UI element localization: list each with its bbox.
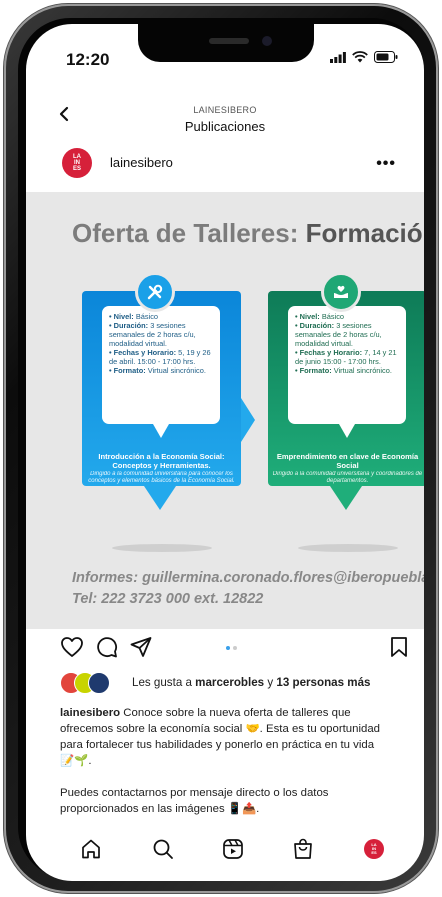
share-button[interactable] (130, 636, 152, 663)
bookmark-icon (391, 637, 407, 657)
detail-line: • Nivel: Básico (109, 312, 213, 321)
status-time: 12:20 (66, 50, 110, 69)
heart-icon (61, 637, 83, 657)
post-image[interactable]: Oferta de Talleres: Formació • Nivel: Bá… (26, 192, 424, 629)
caption-username[interactable]: lainesibero (60, 707, 120, 719)
card-arrow (241, 398, 255, 442)
detail-label: • Nivel: (295, 312, 320, 321)
post-username[interactable]: lainesibero (110, 155, 173, 170)
workshop-2-title: Emprendimiento en clave de Economía Soci… (276, 452, 419, 470)
avatar-text-line: ES (72, 166, 81, 172)
tab-profile-avatar[interactable]: LA IN ES (364, 839, 384, 859)
comment-icon (97, 637, 118, 658)
tab-reels[interactable] (222, 838, 244, 865)
bubble-tail (339, 424, 355, 438)
workshop-1-subtitle: Dirigido a la comunidad universitaria pa… (88, 471, 235, 484)
workshop-2-subtitle: Dirigido a la comunidad universitaria y … (272, 471, 423, 484)
card-tail (330, 486, 362, 510)
detail-line: • Duración: 3 sesiones semanales de 2 ho… (109, 321, 213, 348)
avatar-text-line: ES (371, 850, 377, 855)
signal-icon (330, 51, 346, 63)
caption-paragraph: Puedes contactarnos por mensaje directo … (60, 787, 329, 815)
likes-others[interactable]: 13 personas más (276, 676, 370, 689)
tab-home[interactable] (80, 838, 102, 865)
header-account-name: LAINESIBERO (193, 105, 257, 115)
flyer-contact-email: Informes: guillermina.coronado.flores@ib… (72, 570, 424, 586)
phone-screen: 12:20 LAINESIBERO Publicaciones LA IN ES… (26, 24, 424, 881)
tab-shop[interactable] (292, 838, 314, 865)
detail-text: Básico (133, 312, 159, 321)
flyer-title-bold: Formació (305, 218, 423, 248)
speaker (209, 38, 249, 44)
send-icon (130, 637, 152, 657)
post-actions (26, 636, 424, 662)
carousel-dot (233, 646, 237, 650)
carousel-indicator (226, 646, 237, 650)
front-camera (262, 36, 272, 46)
notch (138, 24, 314, 62)
card-shadow (298, 544, 398, 552)
ellipsis-icon: ••• (376, 155, 396, 172)
detail-line: • Fechas y Horario: 7, 14 y 21 de junio … (295, 348, 399, 366)
detail-line: • Formato: Virtual sincrónico. (109, 366, 213, 375)
detail-label: • Nivel: (109, 312, 134, 321)
detail-label: • Fechas y Horario: (295, 348, 363, 357)
likes-middle: y (264, 676, 277, 689)
save-button[interactable] (390, 636, 408, 663)
wifi-icon (352, 51, 368, 63)
battery-icon (374, 51, 398, 63)
flyer-title: Oferta de Talleres: Formació (72, 218, 423, 249)
detail-label: • Duración: (295, 321, 335, 330)
header-title: Publicaciones (184, 119, 266, 134)
hands-heart-icon (321, 272, 361, 312)
detail-line: • Duración: 3 sesiones semanales de 2 ho… (295, 321, 399, 348)
bottom-tab-bar (26, 834, 424, 874)
detail-line: • Fechas y Horario: 5, 19 y 26 de abril.… (109, 348, 213, 366)
liker-avatar (88, 672, 110, 694)
flyer-title-prefix: Oferta de Talleres: (72, 218, 306, 248)
search-icon (153, 839, 173, 859)
comment-button[interactable] (96, 636, 118, 663)
phone-frame: 12:20 LAINESIBERO Publicaciones LA IN ES… (4, 4, 438, 893)
detail-label: • Formato: (295, 366, 332, 375)
status-icons (330, 51, 398, 63)
detail-line: • Formato: Virtual sincrónico. (295, 366, 399, 375)
workshop-1-title: Introducción a la Economía Social: Conce… (98, 452, 225, 470)
detail-line: • Nivel: Básico (295, 312, 399, 321)
carousel-dot-active (226, 646, 230, 650)
like-button[interactable] (60, 636, 84, 663)
workshop-2-footer: Emprendimiento en clave de Economía Soci… (272, 452, 423, 485)
home-icon (82, 839, 100, 859)
bubble-tail (153, 424, 169, 438)
reels-icon (223, 839, 243, 859)
flyer-contact-phone: Tel: 222 3723 000 ext. 12822 (72, 591, 264, 607)
detail-text: Virtual sincrónico. (145, 366, 206, 375)
card-shadow (112, 544, 212, 552)
detail-label: • Formato: (109, 366, 146, 375)
likes-prefix: Les gusta a (132, 676, 196, 689)
likes-user[interactable]: marcerobles (195, 676, 264, 689)
detail-text: Virtual sincrónico. (331, 366, 392, 375)
post-avatar[interactable]: LA IN ES (62, 148, 92, 178)
detail-label: • Duración: (109, 321, 149, 330)
workshop-1-details: • Nivel: Básico • Duración: 3 sesiones s… (102, 306, 220, 424)
workshop-1-footer: Introducción a la Economía Social: Conce… (86, 452, 237, 485)
shop-icon (294, 838, 312, 859)
tab-search[interactable] (152, 838, 174, 865)
post-caption: lainesibero Conoce sobre la nueva oferta… (60, 705, 390, 833)
more-options-button[interactable]: ••• (376, 155, 396, 173)
card-tail (144, 486, 176, 510)
detail-text: Básico (319, 312, 345, 321)
workshop-2-details: • Nivel: Básico • Duración: 3 sesiones s… (288, 306, 406, 424)
likes-summary[interactable]: Les gusta a marcerobles y 13 personas má… (132, 676, 370, 689)
detail-label: • Fechas y Horario: (109, 348, 177, 357)
tools-icon (135, 272, 175, 312)
caption-paragraph: lainesibero Conoce sobre la nueva oferta… (60, 705, 390, 769)
